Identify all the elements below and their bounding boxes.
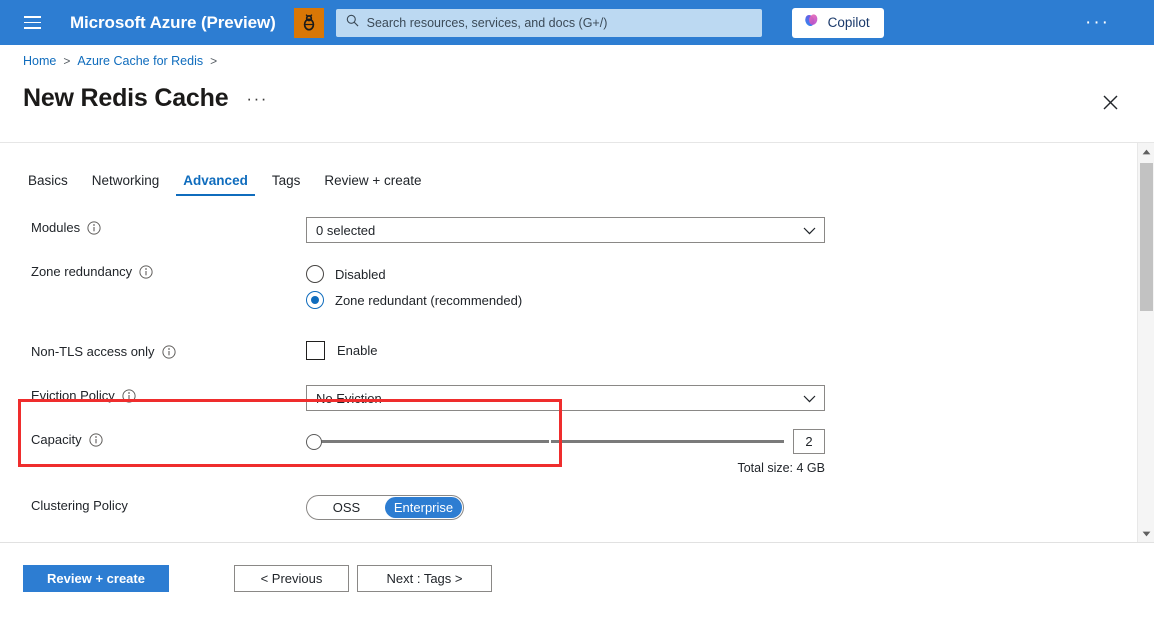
- wizard-panel: Basics Networking Advanced Tags Review +…: [0, 142, 1154, 542]
- capacity-label-group: Capacity: [31, 429, 306, 447]
- wizard-footer: Review + create < Previous Next : Tags >: [0, 542, 1154, 624]
- eviction-policy-row: Eviction Policy No Eviction: [31, 385, 825, 411]
- radio-option-disabled[interactable]: Disabled: [306, 261, 522, 287]
- non-tls-checkbox-label: Enable: [337, 343, 377, 358]
- azure-brand-label[interactable]: Microsoft Azure (Preview): [70, 13, 276, 33]
- chevron-down-icon: [803, 391, 816, 406]
- panel-scrollbar[interactable]: [1137, 143, 1154, 542]
- eviction-policy-label: Eviction Policy: [31, 388, 115, 403]
- bug-icon[interactable]: [294, 8, 324, 38]
- header-more-button[interactable]: ···: [1085, 0, 1110, 45]
- zone-redundancy-radio-group: Disabled Zone redundant (recommended): [306, 261, 522, 313]
- info-icon[interactable]: [139, 265, 153, 279]
- eviction-policy-control: No Eviction: [306, 385, 825, 411]
- breadcrumb-separator-2: >: [210, 54, 217, 68]
- non-tls-label-group: Non-TLS access only: [31, 341, 306, 359]
- slider-track: [314, 440, 784, 443]
- previous-button[interactable]: < Previous: [234, 565, 349, 592]
- modules-label: Modules: [31, 220, 80, 235]
- info-icon[interactable]: [162, 345, 176, 359]
- clustering-policy-label: Clustering Policy: [31, 498, 128, 513]
- radio-option-zone-redundant[interactable]: Zone redundant (recommended): [306, 287, 522, 313]
- total-size-label: Total size: 4 GB: [306, 461, 825, 475]
- non-tls-access-row: Non-TLS access only Enable: [31, 341, 377, 360]
- page-title-row: New Redis Cache ···: [23, 84, 268, 113]
- zone-redundancy-label-group: Zone redundancy: [31, 261, 306, 279]
- capacity-row: Capacity 2: [31, 429, 825, 475]
- clustering-policy-control: OSS Enterprise: [306, 495, 464, 520]
- clustering-policy-option-oss[interactable]: OSS: [308, 497, 385, 518]
- global-search-input[interactable]: Search resources, services, and docs (G+…: [336, 9, 762, 37]
- next-tags-button[interactable]: Next : Tags >: [357, 565, 492, 592]
- breadcrumb-item-home[interactable]: Home: [23, 54, 56, 68]
- radio-label-disabled: Disabled: [335, 267, 386, 282]
- zone-redundancy-row: Zone redundancy Disabled Zone redundan: [31, 261, 522, 313]
- capacity-label: Capacity: [31, 432, 82, 447]
- review-create-button[interactable]: Review + create: [23, 565, 169, 592]
- hamburger-menu-icon[interactable]: [10, 0, 54, 45]
- info-icon[interactable]: [122, 389, 136, 403]
- zone-redundancy-label: Zone redundancy: [31, 264, 132, 279]
- eviction-policy-value: No Eviction: [316, 391, 382, 406]
- page-more-button[interactable]: ···: [246, 89, 267, 109]
- scrollbar-thumb[interactable]: [1140, 163, 1153, 311]
- capacity-slider-wrap: 2: [306, 429, 825, 454]
- clustering-policy-toggle[interactable]: OSS Enterprise: [306, 495, 464, 520]
- copilot-button[interactable]: Copilot: [792, 8, 884, 38]
- radio-icon-zone-redundant-selected: [306, 291, 324, 309]
- capacity-control: 2 Total size: 4 GB: [306, 429, 825, 475]
- caret-down-icon[interactable]: [1138, 525, 1154, 542]
- clustering-policy-row: Clustering Policy OSS Enterprise: [31, 495, 464, 520]
- slider-thumb[interactable]: [306, 434, 322, 450]
- copilot-icon: [803, 12, 820, 34]
- eviction-policy-label-group: Eviction Policy: [31, 385, 306, 403]
- breadcrumb-separator: >: [63, 54, 70, 68]
- search-icon: [346, 14, 359, 32]
- modules-label-group: Modules: [31, 217, 306, 235]
- modules-dropdown[interactable]: 0 selected: [306, 217, 825, 243]
- capacity-slider[interactable]: [306, 431, 784, 453]
- non-tls-label: Non-TLS access only: [31, 344, 155, 359]
- tab-advanced[interactable]: Advanced: [171, 173, 260, 196]
- radio-label-zone-redundant: Zone redundant (recommended): [335, 293, 522, 308]
- tab-networking[interactable]: Networking: [80, 173, 172, 196]
- checkbox-icon-enable: [306, 341, 325, 360]
- tab-tags[interactable]: Tags: [260, 173, 313, 196]
- caret-up-icon[interactable]: [1138, 143, 1154, 160]
- tab-basics[interactable]: Basics: [23, 173, 80, 196]
- non-tls-control: Enable: [306, 341, 377, 360]
- radio-icon-disabled: [306, 265, 324, 283]
- clustering-policy-label-group: Clustering Policy: [31, 495, 306, 513]
- non-tls-checkbox-row[interactable]: Enable: [306, 341, 377, 360]
- page-title: New Redis Cache: [23, 84, 228, 113]
- eviction-policy-dropdown[interactable]: No Eviction: [306, 385, 825, 411]
- close-icon[interactable]: [1097, 89, 1123, 115]
- modules-dropdown-value: 0 selected: [316, 223, 375, 238]
- info-icon[interactable]: [87, 221, 101, 235]
- modules-row: Modules 0 selected: [31, 217, 825, 243]
- capacity-value-input[interactable]: 2: [793, 429, 825, 454]
- wizard-tabs: Basics Networking Advanced Tags Review +…: [23, 173, 434, 196]
- clustering-policy-option-enterprise[interactable]: Enterprise: [385, 497, 462, 518]
- slider-tick: [549, 439, 551, 444]
- copilot-label: Copilot: [828, 15, 870, 30]
- global-header: Microsoft Azure (Preview) Search resourc…: [0, 0, 1154, 45]
- info-icon[interactable]: [89, 433, 103, 447]
- tab-review-create[interactable]: Review + create: [312, 173, 433, 196]
- modules-control: 0 selected: [306, 217, 825, 243]
- breadcrumb-item-azure-cache-for-redis[interactable]: Azure Cache for Redis: [77, 54, 203, 68]
- breadcrumb: Home > Azure Cache for Redis >: [23, 54, 217, 68]
- search-placeholder: Search resources, services, and docs (G+…: [367, 16, 608, 30]
- chevron-down-icon: [803, 223, 816, 238]
